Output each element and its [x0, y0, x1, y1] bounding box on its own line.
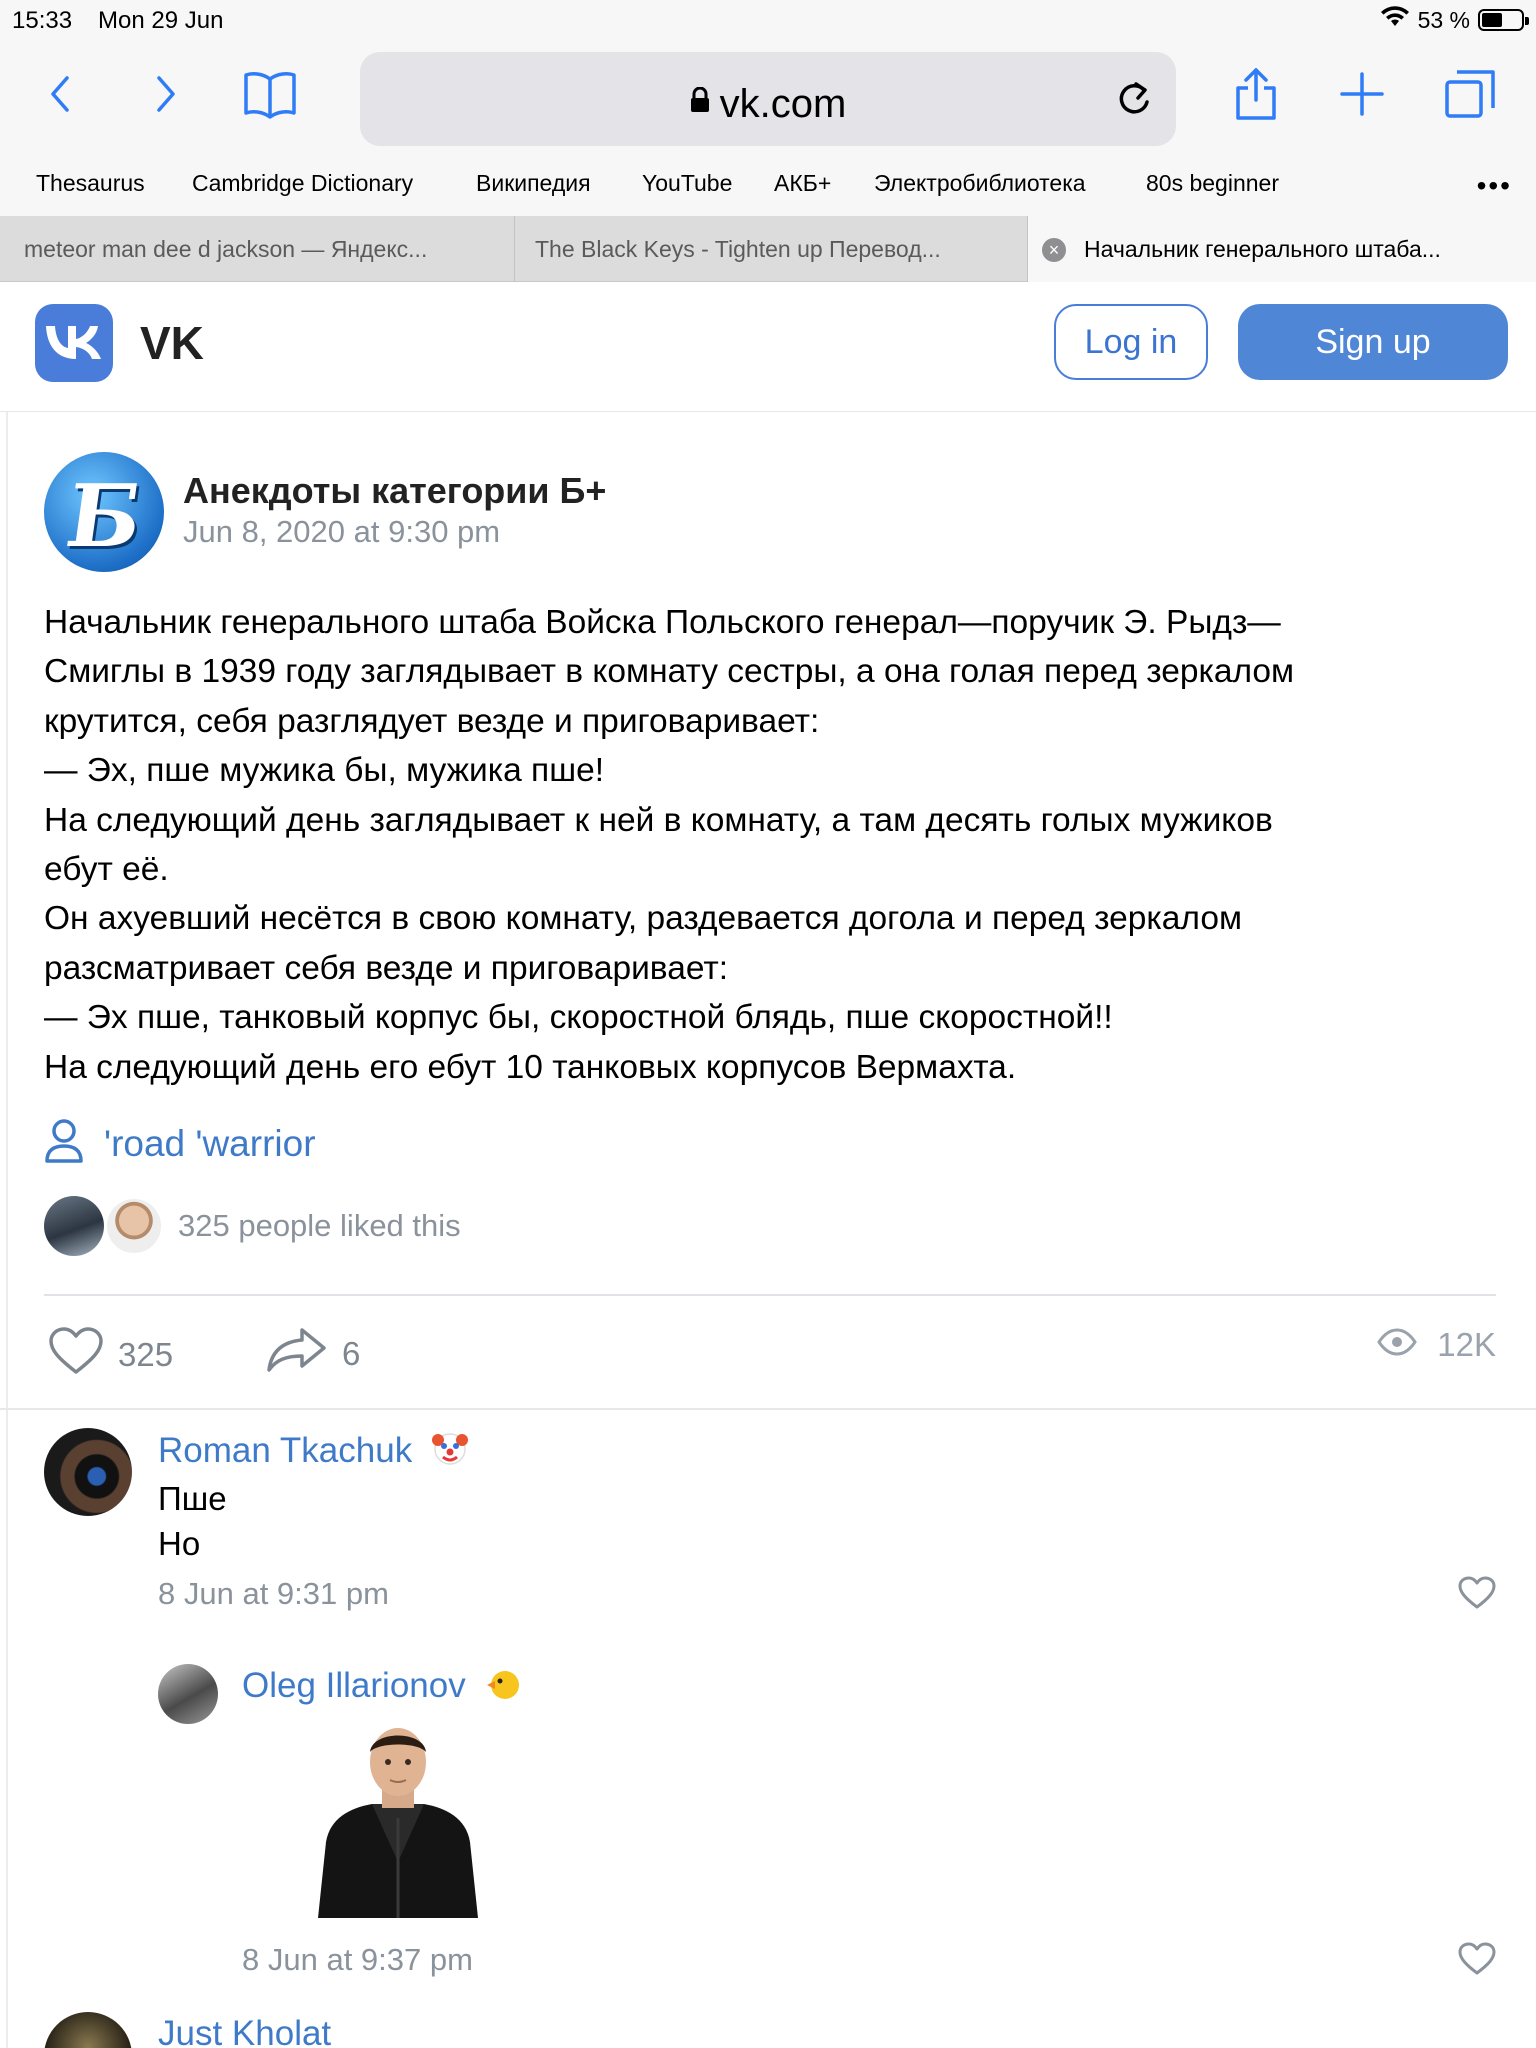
share-icon[interactable] — [1226, 64, 1286, 124]
status-bar: 15:33 Mon 29 Jun 53 % — [0, 0, 1536, 42]
post-text-line: — Эх пше, танковый корпус бы, скоростной… — [44, 999, 1113, 1037]
post-text-line: Смиглы в 1939 году заглядывает в комнату… — [44, 653, 1295, 691]
favorite-youtube[interactable]: YouTube — [642, 170, 732, 197]
liker-avatar[interactable] — [44, 1196, 104, 1256]
favorite-thesaurus[interactable]: Thesaurus — [36, 170, 145, 197]
status-indicators: 53 % — [1380, 6, 1529, 34]
battery-icon — [1478, 9, 1529, 31]
favorite-electrolibrary[interactable]: Электробиблиотека — [874, 170, 1086, 197]
post-text-line: Начальник генерального штаба Войска Поль… — [44, 604, 1281, 641]
comment-date[interactable]: 8 Jun at 9:37 pm — [242, 1942, 473, 1978]
browser-toolbar: vk.com — [0, 42, 1536, 158]
tab-active-post[interactable]: Начальник генерального штаба... — [1028, 216, 1536, 282]
post-text-line: — Эх, пше мужика бы, мужика пше! — [44, 752, 605, 790]
chick-icon — [483, 1667, 523, 1712]
post-date[interactable]: Jun 8, 2020 at 9:30 pm — [183, 514, 500, 550]
share-arrow-icon — [266, 1326, 328, 1382]
battery-percent: 53 % — [1417, 6, 1470, 33]
post-actions: 325 6 12K — [44, 1326, 1496, 1386]
vk-wordmark[interactable]: VK — [140, 316, 204, 370]
wifi-icon — [1380, 6, 1410, 34]
liker-avatar[interactable] — [104, 1196, 164, 1256]
like-button[interactable]: 325 — [48, 1326, 173, 1384]
likers-avatars[interactable] — [44, 1196, 164, 1258]
share-button[interactable]: 6 — [266, 1326, 360, 1382]
address-bar[interactable]: vk.com — [360, 52, 1176, 146]
comment-date[interactable]: 8 Jun at 9:31 pm — [158, 1576, 389, 1612]
close-tab-icon[interactable]: × — [1042, 238, 1066, 262]
tabs-overview-icon[interactable] — [1440, 64, 1500, 124]
vk-logo-icon[interactable] — [35, 304, 113, 382]
comment-author[interactable]: Roman Tkachuk — [158, 1428, 470, 1477]
comment-text: Пше Но — [158, 1480, 227, 1562]
favorite-80s-beginner[interactable]: 80s beginner — [1146, 170, 1279, 197]
post-signer[interactable]: 'road 'warrior — [44, 1118, 316, 1169]
login-button[interactable]: Log in — [1054, 304, 1208, 380]
url-text: vk.com — [719, 82, 847, 126]
post-text-line: разсматривает себя везде и приговаривает… — [44, 949, 729, 987]
eye-icon — [1377, 1326, 1418, 1364]
views-count: 12K — [1437, 1326, 1496, 1363]
favorite-akb[interactable]: АКБ+ — [774, 170, 831, 197]
liked-summary[interactable]: 325 people liked this — [178, 1208, 461, 1244]
favorite-wikipedia[interactable]: Википедия — [476, 170, 591, 197]
signup-button[interactable]: Sign up — [1238, 304, 1508, 380]
favorite-cambridge-dictionary[interactable]: Cambridge Dictionary — [192, 170, 413, 197]
post-text-line: крутится, себя разглядует везде и пригов… — [44, 702, 820, 740]
community-avatar[interactable]: Б — [44, 452, 164, 572]
like-count: 325 — [118, 1336, 174, 1373]
vk-header: VK Log in Sign up — [0, 282, 1536, 412]
reload-icon[interactable] — [1114, 76, 1154, 125]
comment-author[interactable]: Oleg Illarionov — [242, 1666, 523, 1712]
views-counter: 12K — [1377, 1326, 1496, 1364]
bookmarks-icon[interactable] — [240, 64, 300, 124]
post-text-line: На следующий день заглядывает к ней в ко… — [44, 801, 1273, 839]
divider — [44, 1294, 1496, 1296]
more-favorites-icon[interactable]: ••• — [1477, 170, 1512, 202]
lock-icon — [690, 78, 710, 123]
share-count: 6 — [342, 1335, 361, 1372]
forward-icon[interactable] — [136, 64, 196, 124]
divider — [0, 1408, 1536, 1410]
signer-name[interactable]: 'road 'warrior — [104, 1123, 316, 1165]
status-date: Mon 29 Jun — [98, 7, 224, 34]
page-border — [6, 412, 8, 2048]
favorites-bar: Thesaurus Cambridge Dictionary Википедия… — [0, 158, 1536, 216]
tab-title: The Black Keys - Tighten up Перевод... — [535, 236, 941, 262]
heart-icon — [48, 1326, 104, 1384]
post-text-line: На следующий день его ебут 10 танковых к… — [44, 1048, 1017, 1086]
comment-avatar[interactable] — [44, 1428, 132, 1516]
tabs-bar: meteor man dee d jackson — Яндекс... The… — [0, 216, 1536, 282]
tab-black-keys[interactable]: The Black Keys - Tighten up Перевод... — [515, 216, 1027, 282]
post-text: Начальник генерального штаба Войска Поль… — [44, 598, 1504, 1092]
tab-title: meteor man dee d jackson — Яндекс... — [24, 236, 428, 262]
clown-face-icon — [430, 1428, 470, 1477]
new-tab-icon[interactable] — [1332, 64, 1392, 124]
man-in-leather-jacket-sticker[interactable] — [298, 1722, 498, 1922]
comment-avatar[interactable] — [158, 1664, 218, 1724]
comment-author[interactable]: Just Kholat — [158, 2014, 331, 2048]
post-text-line: ебут её. — [44, 851, 169, 889]
community-name[interactable]: Анекдоты категории Б+ — [183, 470, 606, 512]
user-icon — [44, 1118, 84, 1169]
comment-like-heart-icon[interactable] — [1458, 1576, 1496, 1615]
back-icon[interactable] — [30, 64, 90, 124]
post-text-line: Он ахуевший несётся в свою комнату, разд… — [44, 900, 1242, 938]
tab-yandex[interactable]: meteor man dee d jackson — Яндекс... — [0, 216, 514, 282]
tab-title: Начальник генерального штаба... — [1084, 236, 1441, 262]
comment-like-heart-icon[interactable] — [1458, 1942, 1496, 1981]
status-time: 15:33 — [12, 7, 73, 34]
